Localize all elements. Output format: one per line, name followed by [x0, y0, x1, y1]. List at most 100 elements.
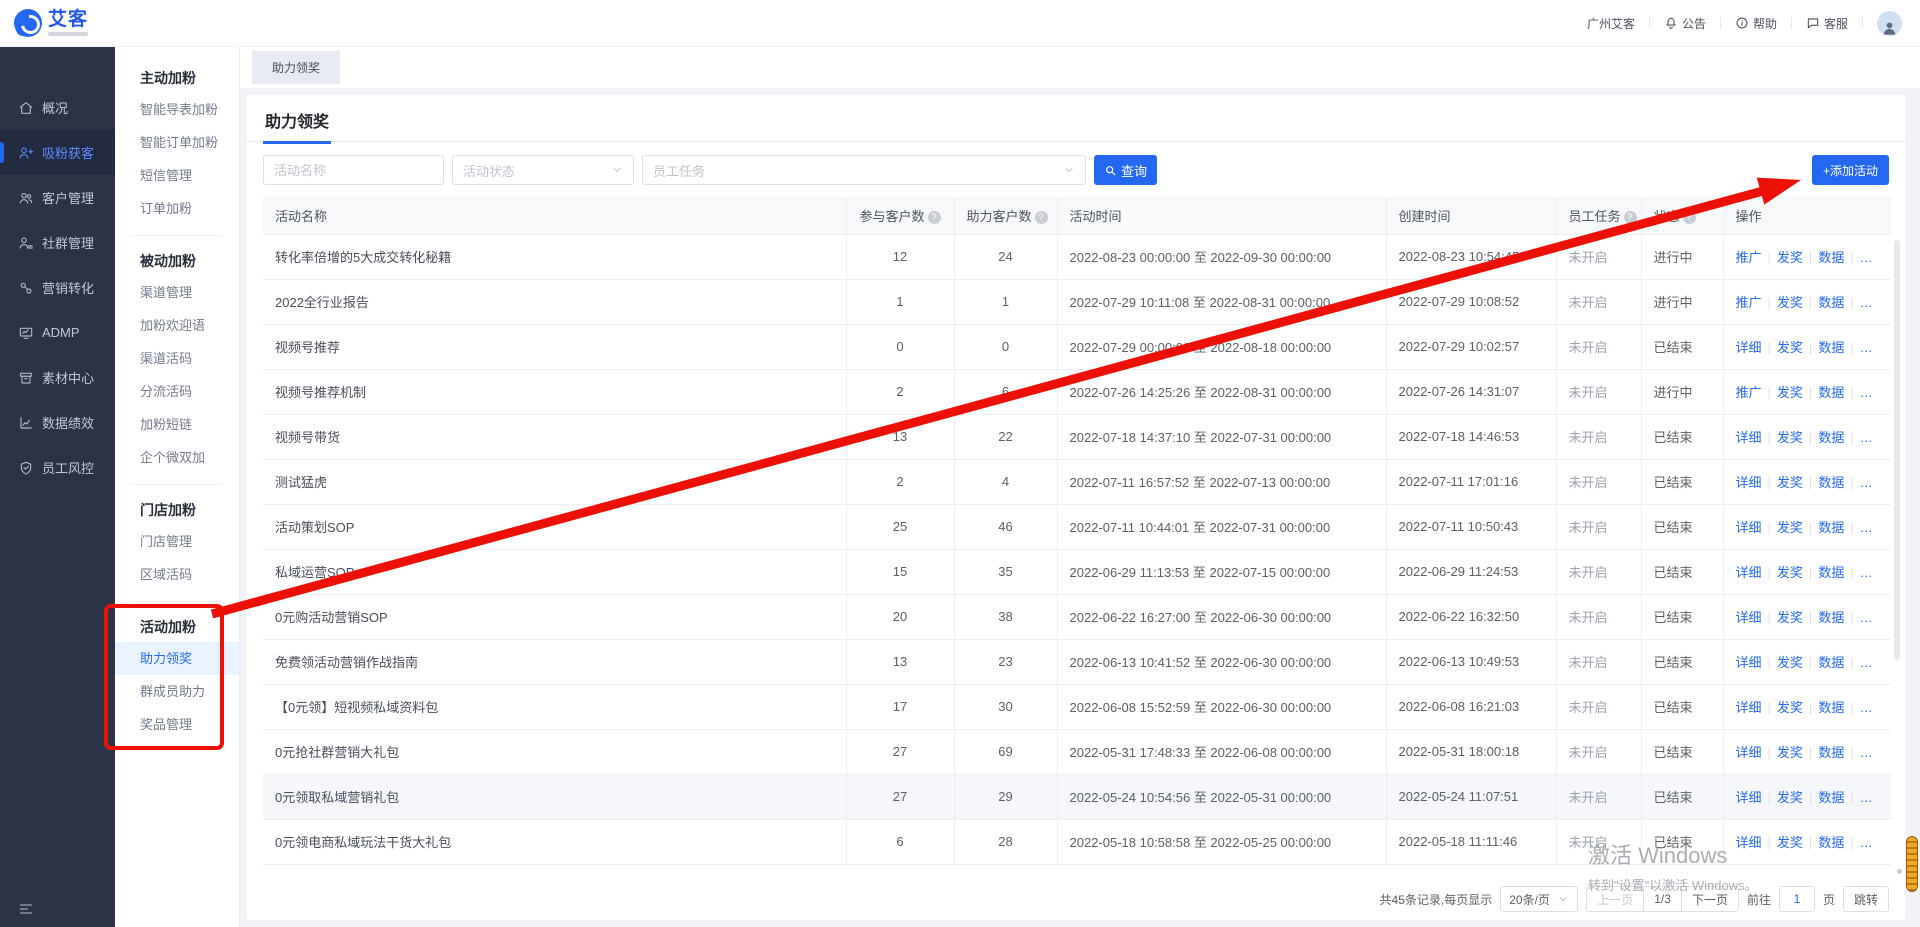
op-link[interactable]: 数据	[1818, 700, 1844, 715]
support-menu[interactable]: 客服	[1806, 15, 1848, 32]
op-link[interactable]: …	[1860, 655, 1873, 670]
op-link[interactable]: …	[1860, 520, 1873, 535]
submenu-item[interactable]: 渠道活码	[115, 342, 239, 375]
activity-name-input[interactable]	[263, 155, 444, 185]
submenu-item[interactable]: 区域活码	[115, 558, 239, 591]
op-link[interactable]: 数据	[1818, 385, 1844, 400]
op-link[interactable]: 发奖	[1777, 610, 1803, 625]
op-link[interactable]: 发奖	[1777, 700, 1803, 715]
op-link[interactable]: …	[1860, 295, 1873, 310]
op-link[interactable]: 详细	[1736, 430, 1762, 445]
submenu-item[interactable]: 分流活码	[115, 375, 239, 408]
submenu-item[interactable]: 群成员助力	[115, 675, 239, 708]
op-link[interactable]: 发奖	[1777, 385, 1803, 400]
op-link[interactable]: 数据	[1818, 430, 1844, 445]
op-link[interactable]: 详细	[1736, 340, 1762, 355]
op-link[interactable]: …	[1860, 430, 1873, 445]
sidebar-item-materials[interactable]: 素材中心	[0, 355, 115, 400]
op-link[interactable]: …	[1860, 700, 1873, 715]
next-page-button[interactable]: 下一页	[1681, 886, 1739, 912]
op-link[interactable]: 数据	[1818, 520, 1844, 535]
op-link[interactable]: 推广	[1736, 295, 1762, 310]
op-link[interactable]: 详细	[1736, 745, 1762, 760]
page-size-select[interactable]: 20条/页	[1500, 886, 1578, 912]
op-link[interactable]: 详细	[1736, 610, 1762, 625]
op-link[interactable]: 详细	[1736, 565, 1762, 580]
sidebar-item-community[interactable]: 社群管理	[0, 220, 115, 265]
op-link[interactable]: 详细	[1736, 790, 1762, 805]
op-link[interactable]: 详细	[1736, 835, 1762, 850]
op-link[interactable]: 数据	[1818, 835, 1844, 850]
submenu-item[interactable]: 智能导表加粉	[115, 93, 239, 126]
search-button[interactable]: 查询	[1094, 155, 1157, 185]
prev-page-button[interactable]: 上一页	[1586, 886, 1644, 912]
op-link[interactable]: 详细	[1736, 475, 1762, 490]
collapse-sidebar-icon[interactable]	[18, 901, 34, 917]
op-link[interactable]: 发奖	[1777, 835, 1803, 850]
op-link[interactable]: 发奖	[1777, 340, 1803, 355]
op-link[interactable]: 数据	[1818, 250, 1844, 265]
sidebar-item-customers[interactable]: 客户管理	[0, 175, 115, 220]
op-link[interactable]: 推广	[1736, 250, 1762, 265]
submenu-item[interactable]: 加粉短链	[115, 408, 239, 441]
op-link[interactable]: 发奖	[1777, 790, 1803, 805]
op-link[interactable]: …	[1860, 340, 1873, 355]
tab-boost-reward[interactable]: 助力领奖	[252, 51, 340, 84]
submenu-item[interactable]: 助力领奖	[115, 642, 239, 675]
op-link[interactable]: 发奖	[1777, 520, 1803, 535]
op-link[interactable]: 数据	[1818, 655, 1844, 670]
op-link[interactable]: …	[1860, 385, 1873, 400]
op-link[interactable]: 发奖	[1777, 745, 1803, 760]
op-link[interactable]: 推广	[1736, 385, 1762, 400]
sidebar-item-acquire[interactable]: 吸粉获客	[0, 130, 115, 175]
tenant-name[interactable]: 广州艾客	[1587, 15, 1635, 32]
op-link[interactable]: 详细	[1736, 700, 1762, 715]
submenu-item[interactable]: 短信管理	[115, 159, 239, 192]
op-link[interactable]: …	[1860, 610, 1873, 625]
op-link[interactable]: …	[1860, 565, 1873, 580]
goto-page-input[interactable]	[1779, 886, 1815, 912]
op-link[interactable]: 数据	[1818, 565, 1844, 580]
announcement-menu[interactable]: 公告	[1664, 15, 1706, 32]
submenu-item[interactable]: 奖品管理	[115, 708, 239, 741]
op-link[interactable]: 数据	[1818, 610, 1844, 625]
jump-button[interactable]: 跳转	[1843, 886, 1889, 912]
op-link[interactable]: …	[1860, 790, 1873, 805]
sidebar-item-admp[interactable]: ADMP	[0, 310, 115, 355]
activity-status-select[interactable]: 活动状态	[452, 155, 634, 185]
op-link[interactable]: 数据	[1818, 295, 1844, 310]
staff-task-select[interactable]: 员工任务	[642, 155, 1086, 185]
floating-scrollbar[interactable]	[1906, 836, 1918, 892]
user-avatar[interactable]	[1877, 11, 1902, 36]
op-link[interactable]: …	[1860, 250, 1873, 265]
table-scrollbar[interactable]	[1894, 240, 1900, 660]
op-link[interactable]: …	[1860, 745, 1873, 760]
cell-activity-time: 2022-05-31 17:48:33 至 2022-06-08 00:00:0…	[1057, 729, 1386, 774]
submenu-item[interactable]: 加粉欢迎语	[115, 309, 239, 342]
op-link[interactable]: 发奖	[1777, 475, 1803, 490]
op-link[interactable]: 发奖	[1777, 655, 1803, 670]
op-link[interactable]: 数据	[1818, 475, 1844, 490]
submenu-item[interactable]: 订单加粉	[115, 192, 239, 225]
sidebar-item-marketing[interactable]: 营销转化	[0, 265, 115, 310]
op-link[interactable]: 发奖	[1777, 295, 1803, 310]
op-link[interactable]: 发奖	[1777, 250, 1803, 265]
op-link[interactable]: 数据	[1818, 745, 1844, 760]
op-link[interactable]: 详细	[1736, 655, 1762, 670]
op-link[interactable]: 数据	[1818, 790, 1844, 805]
help-menu[interactable]: 帮助	[1735, 15, 1777, 32]
op-link[interactable]: …	[1860, 835, 1873, 850]
sidebar-item-overview[interactable]: 概况	[0, 85, 115, 130]
op-link[interactable]: 发奖	[1777, 565, 1803, 580]
submenu-item[interactable]: 企个微双加	[115, 441, 239, 474]
submenu-item[interactable]: 门店管理	[115, 525, 239, 558]
op-link[interactable]: 发奖	[1777, 430, 1803, 445]
submenu-item[interactable]: 渠道管理	[115, 276, 239, 309]
sidebar-item-risk[interactable]: 员工风控	[0, 445, 115, 490]
sidebar-item-analytics[interactable]: 数据绩效	[0, 400, 115, 445]
op-link[interactable]: 数据	[1818, 340, 1844, 355]
add-activity-button[interactable]: +添加活动	[1812, 155, 1889, 185]
op-link[interactable]: 详细	[1736, 520, 1762, 535]
submenu-item[interactable]: 智能订单加粉	[115, 126, 239, 159]
op-link[interactable]: …	[1860, 475, 1873, 490]
